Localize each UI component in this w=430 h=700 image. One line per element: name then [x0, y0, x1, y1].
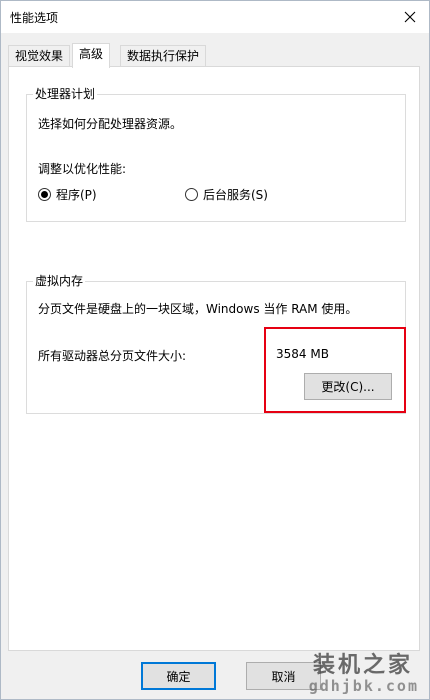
- cancel-button[interactable]: 取消: [246, 662, 321, 690]
- radio-programs[interactable]: 程序(P): [38, 186, 97, 203]
- annotation-highlight-box: [264, 327, 406, 413]
- tab-visual-effects[interactable]: 视觉效果: [8, 45, 71, 67]
- total-paging-file-label: 所有驱动器总分页文件大小:: [38, 349, 187, 363]
- tab-advanced[interactable]: 高级: [72, 43, 111, 68]
- radio-background-services[interactable]: 后台服务(S): [185, 186, 268, 203]
- dialog-button-bar: 确定 取消: [1, 651, 429, 699]
- window-title: 性能选项: [10, 11, 59, 25]
- radio-programs-label: 程序(P): [56, 188, 97, 202]
- radio-background-services-label: 后台服务(S): [203, 188, 268, 202]
- performance-options-window: 性能选项 视觉效果 高级 数据执行保护 处理器计划 选择如何分配处理器资源。 调: [0, 0, 430, 700]
- advanced-tab-page: 处理器计划 选择如何分配处理器资源。 调整以优化性能: 程序(P) 后台服务(S…: [8, 66, 420, 651]
- close-icon: [404, 11, 416, 23]
- tab-label: 数据执行保护: [127, 49, 200, 63]
- title-bar: 性能选项: [1, 1, 429, 33]
- adjust-performance-label: 调整以优化性能:: [38, 162, 127, 176]
- processor-group-label: 处理器计划: [33, 87, 98, 101]
- radio-indicator: [38, 188, 51, 201]
- processor-description: 选择如何分配处理器资源。: [38, 117, 183, 131]
- radio-indicator: [185, 188, 198, 201]
- tab-label: 高级: [79, 47, 104, 61]
- virtual-memory-group-label: 虚拟内存: [33, 274, 86, 288]
- close-button[interactable]: [391, 1, 429, 33]
- virtual-memory-description: 分页文件是硬盘上的一块区域，Windows 当作 RAM 使用。: [38, 302, 358, 316]
- processor-scheduling-group: 处理器计划 选择如何分配处理器资源。 调整以优化性能: 程序(P) 后台服务(S…: [26, 87, 406, 222]
- ok-button[interactable]: 确定: [141, 662, 216, 690]
- dialog-client-area: 视觉效果 高级 数据执行保护 处理器计划 选择如何分配处理器资源。 调整以优化性…: [1, 33, 429, 699]
- tab-data-execution-prevention[interactable]: 数据执行保护: [120, 45, 207, 67]
- tab-label: 视觉效果: [15, 49, 64, 63]
